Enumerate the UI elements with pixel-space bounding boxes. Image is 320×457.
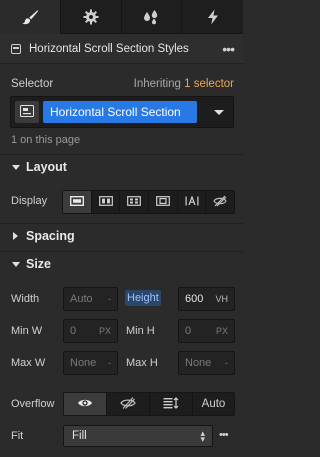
display-none-button[interactable] [206, 191, 234, 213]
max-height-value: None [185, 357, 212, 369]
display-label: Display [11, 195, 48, 207]
lightning-icon [207, 9, 219, 25]
tab-interactions-droplets[interactable] [122, 0, 183, 34]
section-spacing-label: Spacing [26, 229, 75, 243]
overflow-hidden-button[interactable] [107, 393, 150, 415]
overflow-visible-button[interactable] [64, 393, 107, 415]
panel-tabs [0, 0, 243, 35]
window-icon [11, 44, 21, 54]
overflow-segmented-control: Auto [63, 392, 235, 416]
divider [0, 223, 243, 224]
height-unit[interactable]: VH [215, 294, 228, 304]
panel-header: Horizontal Scroll Section Styles ••• [0, 34, 243, 64]
width-label: Width [11, 293, 40, 305]
section-size-label: Size [26, 257, 52, 271]
min-width-unit[interactable]: PX [99, 326, 111, 336]
caret-right-icon [13, 232, 18, 240]
paintbrush-icon [21, 9, 39, 25]
min-width-value: 0 [70, 325, 77, 337]
tab-style[interactable] [0, 0, 61, 35]
caret-down-icon [12, 165, 20, 170]
selector-field[interactable]: Horizontal Scroll Section [10, 96, 234, 128]
display-block-icon [69, 195, 84, 209]
section-layout-label: Layout [26, 160, 67, 174]
display-block-button[interactable] [63, 191, 92, 213]
min-height-input[interactable]: 0 PX [178, 319, 235, 343]
chevron-down-icon[interactable] [214, 110, 224, 115]
tab-settings[interactable] [61, 0, 122, 34]
eye-slash-icon [120, 396, 136, 412]
max-height-unit[interactable]: - [225, 358, 228, 368]
height-label[interactable]: Height [125, 290, 161, 306]
up-down-arrows-icon: ▴ ▾ [200, 428, 205, 444]
min-width-input[interactable]: 0 PX [63, 319, 118, 343]
overflow-scroll-button[interactable] [150, 393, 193, 415]
selector-count: 1 on this page [11, 134, 81, 146]
inheriting-text: Inheriting 1 selector [134, 78, 234, 90]
fit-more-icon[interactable]: ••• [219, 429, 229, 441]
selector-chip[interactable]: Horizontal Scroll Section [43, 101, 197, 123]
display-inline-icon [185, 194, 199, 209]
display-inline-button[interactable] [178, 191, 207, 213]
min-height-unit[interactable]: PX [216, 326, 228, 336]
max-width-label: Max W [11, 357, 46, 369]
fit-value: Fill [72, 430, 87, 442]
display-grid-icon [127, 195, 142, 209]
section-layout-header[interactable]: Layout [0, 157, 243, 179]
scroll-icon [163, 396, 179, 412]
width-unit[interactable]: - [108, 294, 111, 304]
max-width-value: None [70, 357, 97, 369]
eye-slash-icon [213, 195, 227, 210]
element-card-icon [20, 104, 34, 120]
height-value: 600 [185, 293, 204, 305]
display-grid-button[interactable] [120, 191, 150, 213]
section-spacing-header[interactable]: Spacing [0, 226, 243, 248]
fit-select[interactable]: Fill ▴ ▾ [63, 425, 213, 447]
selector-label: Selector [11, 78, 54, 90]
display-segmented-control [62, 190, 235, 214]
min-width-label: Min W [11, 325, 43, 337]
min-height-label: Min H [126, 325, 155, 337]
width-value: Auto [70, 293, 93, 305]
max-height-label: Max H [126, 357, 158, 369]
display-flex-button[interactable] [92, 191, 121, 213]
max-width-input[interactable]: None - [63, 351, 118, 375]
more-options-icon[interactable]: ••• [222, 41, 235, 57]
caret-down-icon [12, 262, 20, 267]
divider [0, 251, 243, 252]
display-inline-block-button[interactable] [149, 191, 178, 213]
overflow-auto-button[interactable]: Auto [193, 393, 234, 415]
droplets-icon [142, 9, 160, 25]
gear-icon [83, 9, 99, 25]
divider [0, 154, 243, 155]
inheriting-prefix: Inheriting [133, 78, 185, 90]
max-width-unit[interactable]: - [108, 358, 111, 368]
min-height-value: 0 [185, 325, 192, 337]
fit-label: Fit [11, 430, 24, 442]
section-size-header[interactable]: Size [0, 254, 243, 276]
width-input[interactable]: Auto - [63, 287, 118, 311]
display-flex-icon [98, 195, 113, 209]
eye-icon [77, 398, 93, 411]
overflow-label: Overflow [11, 398, 55, 410]
height-input[interactable]: 600 VH [178, 287, 235, 311]
max-height-input[interactable]: None - [178, 351, 235, 375]
panel-title: Horizontal Scroll Section Styles [29, 43, 189, 55]
inheriting-link[interactable]: 1 selector [184, 78, 234, 90]
selector-state-button[interactable] [15, 101, 39, 123]
tab-interactions[interactable] [182, 0, 243, 34]
display-inline-block-icon [155, 195, 170, 209]
